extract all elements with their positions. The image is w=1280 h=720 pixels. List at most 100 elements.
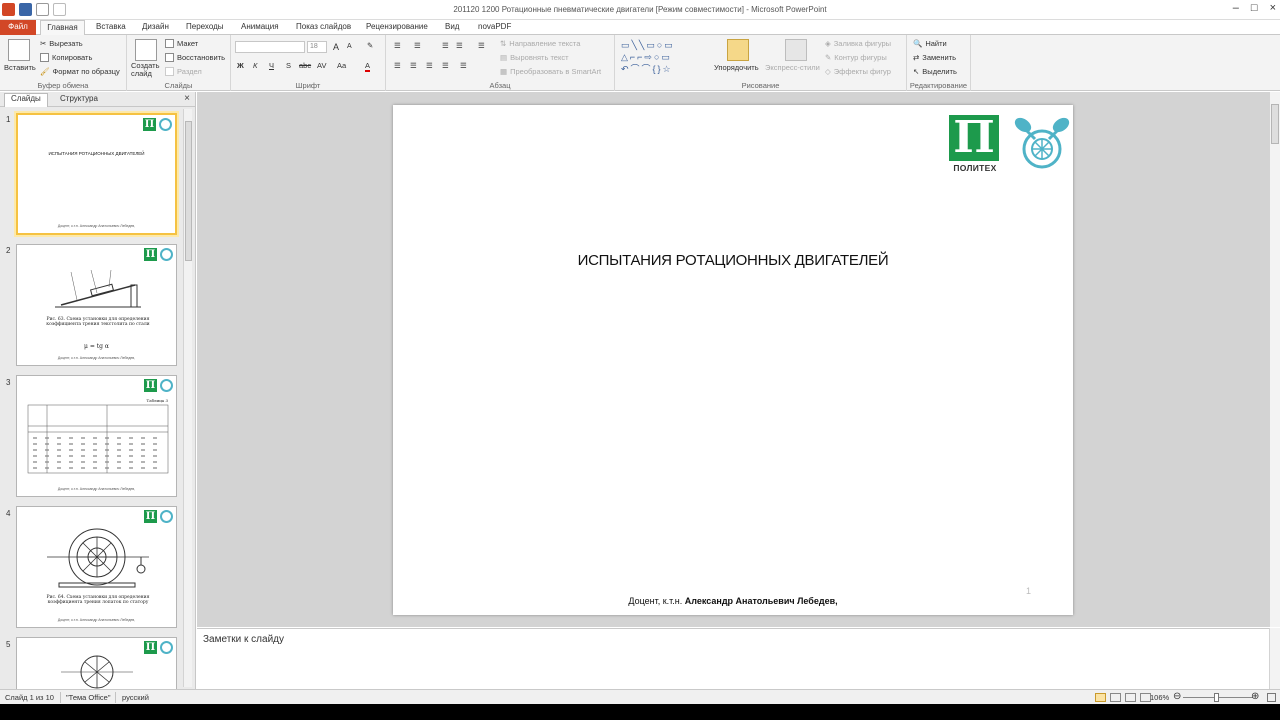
zoom-in-icon[interactable]: ⊕	[1251, 691, 1259, 702]
tab-slides[interactable]: Слайды	[4, 93, 48, 107]
columns-icon[interactable]: ☰	[460, 61, 467, 70]
tab-insert[interactable]: Вставка	[96, 22, 126, 31]
slide-thumbnail-1[interactable]: П ИСПЫТАНИЯ РОТАЦИОННЫХ ДВИГАТЕЛЕЙ Доцен…	[16, 113, 177, 235]
tab-outline[interactable]: Структура	[60, 94, 98, 103]
close-button[interactable]: ×	[1270, 2, 1276, 14]
zoom-level[interactable]: 106%	[1150, 693, 1169, 702]
shadow-button[interactable]: S	[286, 61, 291, 70]
align-center-icon[interactable]: ☰	[410, 61, 417, 70]
layout-button[interactable]: Макет	[165, 39, 198, 48]
font-name-input[interactable]	[235, 41, 305, 53]
slide-scrollbar[interactable]	[1269, 92, 1280, 627]
section-button[interactable]: Раздел	[165, 67, 202, 76]
tab-transitions[interactable]: Переходы	[186, 22, 224, 31]
font-size-input[interactable]: 18	[307, 41, 327, 53]
tab-design[interactable]: Дизайн	[142, 22, 169, 31]
change-case-button[interactable]: Aa	[337, 61, 346, 70]
find-button[interactable]: 🔍 Найти	[913, 39, 947, 48]
replace-button[interactable]: ⇄ Заменить	[913, 53, 956, 62]
arrange-button[interactable]: Упорядочить	[714, 63, 759, 72]
scrollbar-thumb[interactable]	[1271, 104, 1279, 144]
new-slide-button[interactable]: Создать слайд	[131, 62, 161, 78]
decrease-indent-icon[interactable]: ☰	[442, 41, 449, 50]
window-controls: – □ ×	[1233, 2, 1276, 14]
strikethrough-button[interactable]: abc	[299, 61, 311, 70]
notes-placeholder[interactable]: Заметки к слайду	[203, 634, 284, 645]
quick-styles-button[interactable]: Экспресс-стили	[765, 63, 820, 72]
align-text-icon: ▤	[500, 53, 508, 62]
text-direction-button[interactable]: ⇅ Направление текста	[500, 39, 580, 48]
normal-view-icon[interactable]	[1095, 693, 1106, 702]
slide-thumbnail-3[interactable]: П Таблица 3 Доцент, к.т.н. Александр Ана…	[16, 375, 177, 497]
align-left-icon[interactable]: ☰	[394, 61, 401, 70]
paste-button[interactable]: Вставить	[4, 63, 36, 72]
tab-view[interactable]: Вид	[445, 22, 459, 31]
group-paragraph: ☰ ☰ ☰ ☰ ☰ ☰ ☰ ☰ ☰ ☰ ⇅ Направление текста …	[386, 35, 615, 91]
bullets-icon[interactable]: ☰	[394, 41, 401, 50]
copy-button[interactable]: Копировать	[40, 53, 92, 62]
slide-sorter-icon[interactable]	[1110, 693, 1121, 702]
slide-thumbnail-4[interactable]: П Рис. 64. Схема установки для определен…	[16, 506, 177, 628]
footer-position: Доцент, к.т.н.	[628, 596, 685, 606]
tab-slideshow[interactable]: Показ слайдов	[296, 22, 351, 31]
notes-scrollbar[interactable]	[1269, 628, 1280, 689]
tab-review[interactable]: Рецензирование	[366, 22, 428, 31]
slide-number: 4	[6, 509, 11, 518]
shape-outline-button[interactable]: ✎ Контур фигуры	[825, 53, 887, 62]
smartart-button[interactable]: ▦ Преобразовать в SmartArt	[500, 67, 601, 76]
slide-thumbnail-2[interactable]: П Рис. 63. Схема установки для определен…	[16, 244, 177, 366]
group-label-editing: Редактирование	[909, 81, 968, 90]
increase-indent-icon[interactable]: ☰	[456, 41, 463, 50]
clear-format-icon[interactable]: ✎	[367, 41, 373, 50]
format-painter-button[interactable]: 🖌 Формат по образцу	[40, 67, 120, 76]
quick-styles-icon[interactable]	[785, 39, 807, 61]
new-slide-icon[interactable]	[135, 39, 157, 61]
tab-novapdf[interactable]: novaPDF	[478, 22, 511, 31]
paste-icon[interactable]	[8, 39, 30, 61]
line-spacing-icon[interactable]: ☰	[478, 41, 485, 50]
slide-thumbnail-5[interactable]: П	[16, 637, 177, 689]
shape-fill-button[interactable]: ◈ Заливка фигуры	[825, 39, 891, 48]
scrollbar-thumb[interactable]	[185, 121, 192, 261]
tab-animation[interactable]: Анимация	[241, 22, 279, 31]
reading-view-icon[interactable]	[1125, 693, 1136, 702]
grow-font-button[interactable]: A	[333, 42, 339, 52]
shape-effects-button[interactable]: ◇ Эффекты фигур	[825, 67, 891, 76]
thumb-caption: Рис. 63. Схема установки для определения…	[46, 317, 150, 327]
language-indicator[interactable]: русский	[122, 693, 149, 702]
close-pane-icon[interactable]: ×	[184, 93, 190, 104]
align-right-icon[interactable]: ☰	[426, 61, 433, 70]
shapes-gallery[interactable]: ▭╲╲▭○▭ △⌐⌐⇨○▭ ↶⌒⌒{}☆	[621, 39, 707, 77]
slide-title[interactable]: ИСПЫТАНИЯ РОТАЦИОННЫХ ДВИГАТЕЛЕЙ	[393, 252, 1073, 269]
politech-logo-icon: П	[143, 118, 156, 131]
tab-home[interactable]: Главная	[40, 20, 85, 36]
notes-pane[interactable]: Заметки к слайду	[197, 628, 1269, 689]
slide-footer[interactable]: Доцент, к.т.н. Александр Анатольевич Леб…	[393, 596, 1073, 606]
italic-button[interactable]: К	[253, 61, 257, 70]
reset-button[interactable]: Восстановить	[165, 53, 225, 62]
bold-button[interactable]: Ж	[237, 61, 244, 70]
ribbon: Вставить ✂ Вырезать Копировать 🖌 Формат по…	[0, 35, 1280, 91]
thumb-logo: П	[143, 118, 172, 131]
font-color-button[interactable]: A	[365, 61, 371, 72]
underline-button[interactable]: Ч	[269, 61, 274, 70]
tab-file[interactable]: Файл	[0, 20, 36, 35]
fit-to-window-icon[interactable]	[1267, 693, 1276, 702]
theme-name[interactable]: "Тема Office"	[66, 693, 111, 702]
numbering-icon[interactable]: ☰	[414, 41, 421, 50]
engine-logo-icon	[160, 510, 173, 523]
zoom-slider-thumb[interactable]	[1214, 693, 1219, 702]
shrink-font-button[interactable]: A	[347, 43, 352, 50]
arrange-icon[interactable]	[727, 39, 749, 61]
current-slide[interactable]: П ПОЛИТЕХ ИСПЫТАНИЯ РОТАЦИОННЫХ ДВИГАТЕЛ…	[393, 105, 1073, 615]
align-text-button[interactable]: ▤ Выровнять текст	[500, 53, 569, 62]
politech-logo: П ПОЛИТЕХ	[949, 115, 1001, 177]
maximize-button[interactable]: □	[1251, 2, 1258, 14]
char-spacing-button[interactable]: AV	[317, 61, 326, 70]
select-button[interactable]: ↖ Выделить	[913, 67, 957, 76]
slides-pane-scrollbar[interactable]	[183, 109, 192, 687]
justify-icon[interactable]: ☰	[442, 61, 449, 70]
cut-button[interactable]: ✂ Вырезать	[40, 39, 83, 48]
zoom-out-icon[interactable]: ⊖	[1173, 691, 1181, 702]
minimize-button[interactable]: –	[1233, 2, 1239, 14]
